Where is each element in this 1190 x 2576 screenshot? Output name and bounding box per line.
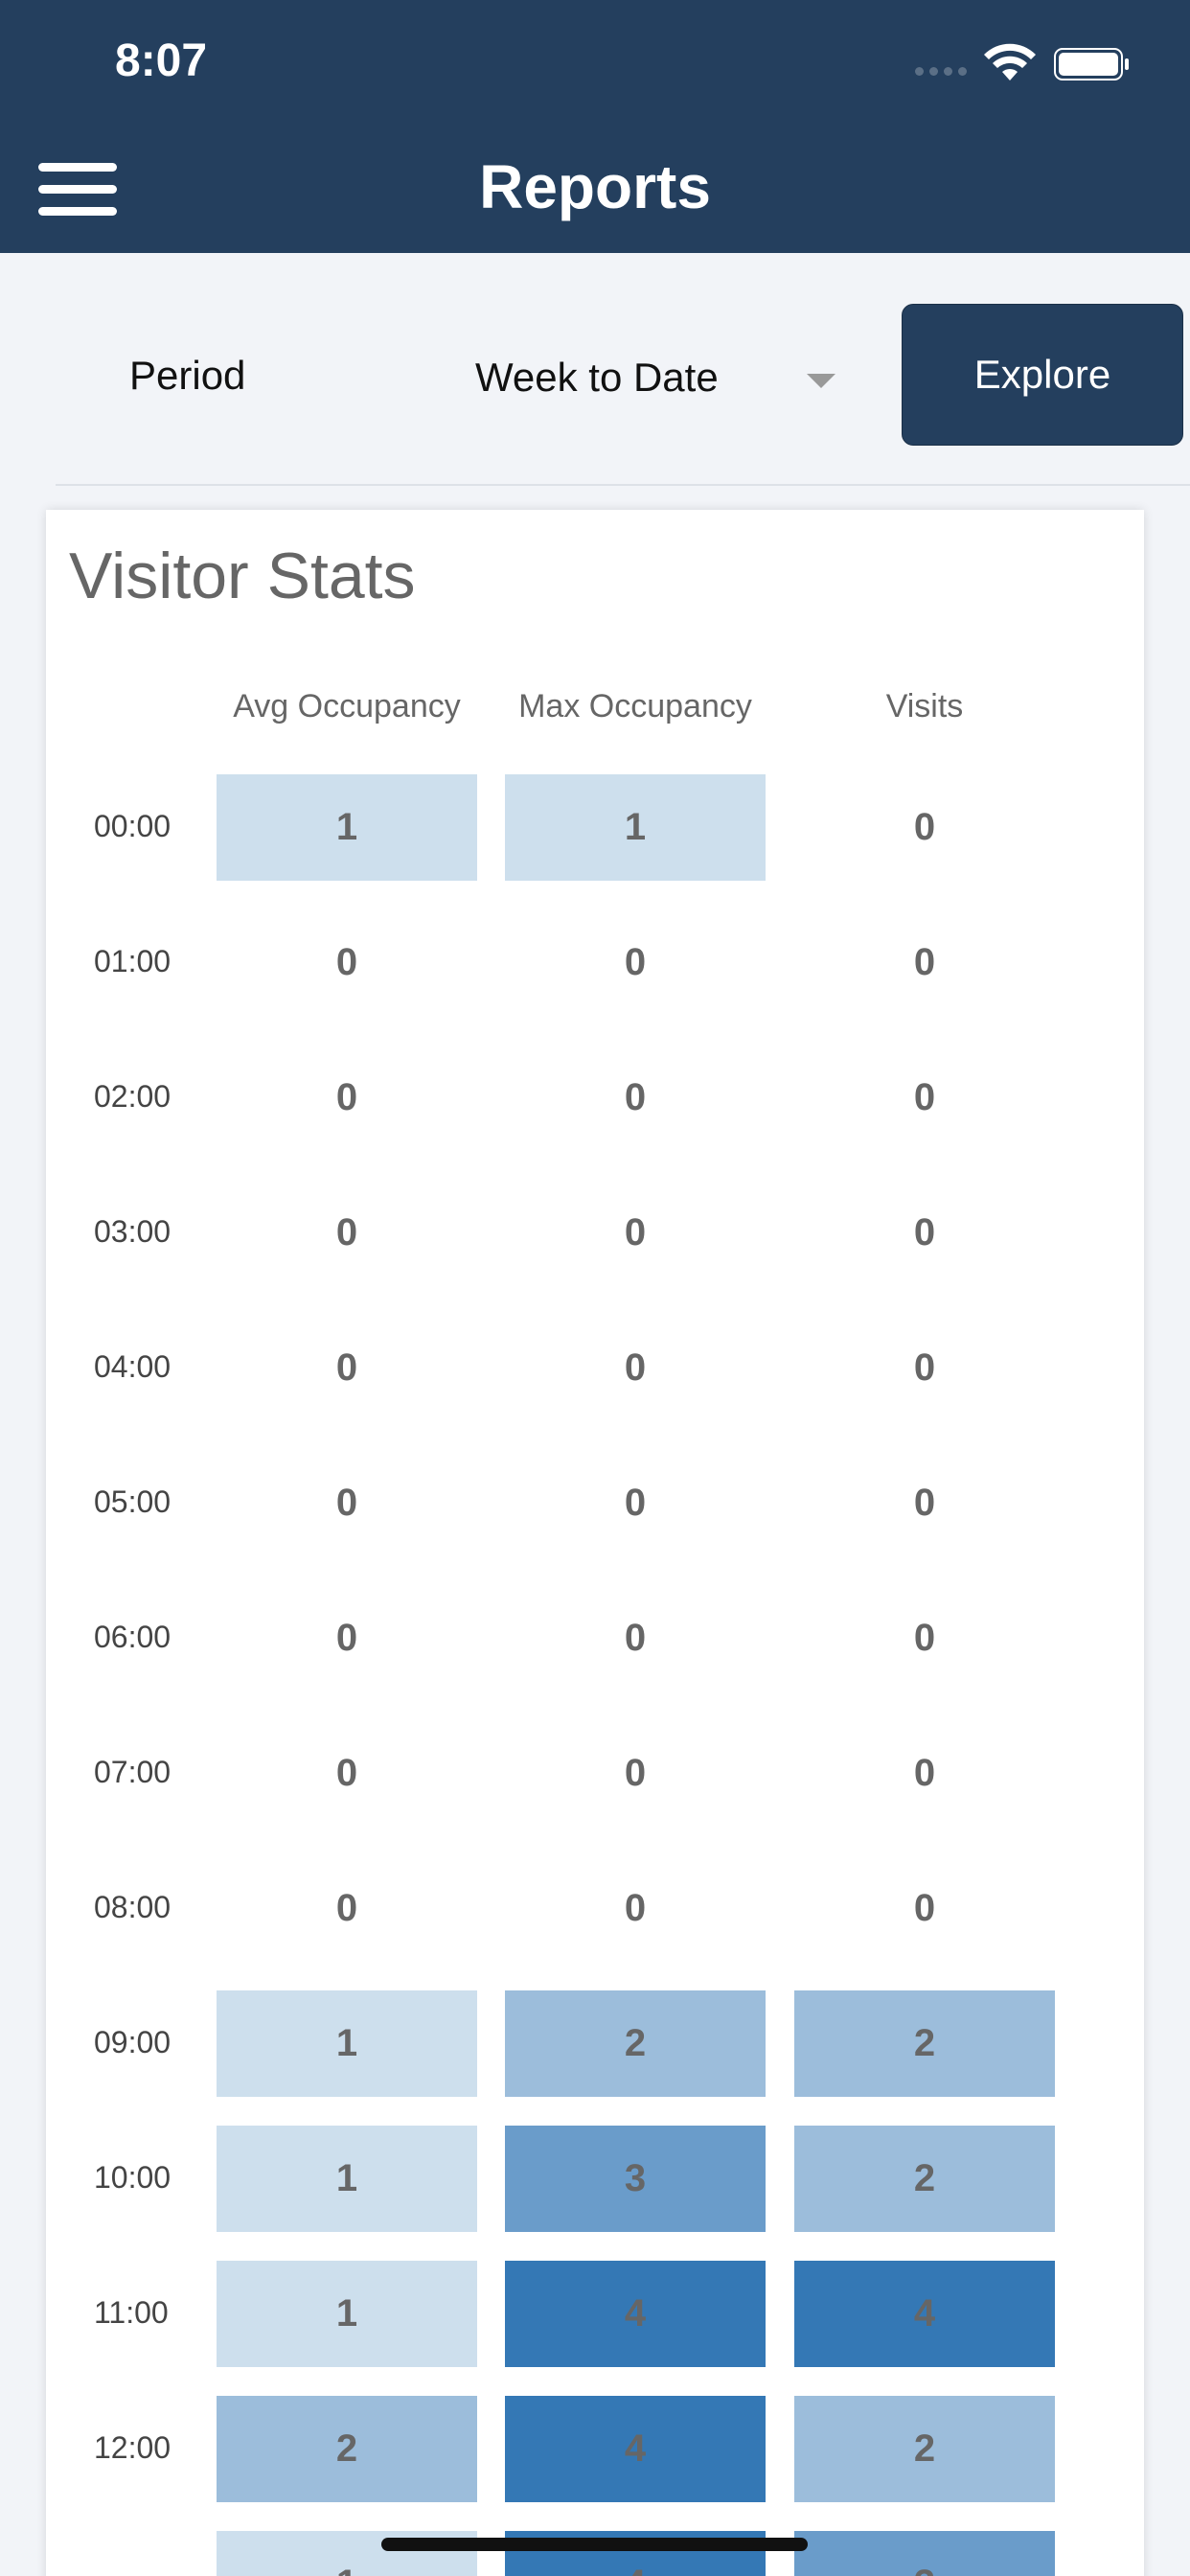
- stat-cell: 0: [913, 1617, 936, 1659]
- stat-cell: 0: [335, 1076, 358, 1118]
- stat-cell: 0: [913, 1482, 936, 1524]
- row-time-label: 05:00: [94, 1484, 172, 1519]
- stat-cell: 0: [624, 1887, 647, 1929]
- stat-cell: 0: [913, 1211, 936, 1254]
- chevron-down-icon[interactable]: [807, 374, 835, 388]
- stat-cell: 3: [505, 2126, 766, 2232]
- row-time-label: 01:00: [94, 944, 172, 978]
- row-time-label: 11:00: [94, 2295, 169, 2330]
- visitor-stats-card: Visitor Stats Avg Occupancy Max Occupanc…: [46, 510, 1144, 2576]
- row-time-label: 07:00: [94, 1755, 172, 1789]
- column-header-max-occupancy: Max Occupancy: [518, 688, 752, 724]
- stat-cell: 0: [624, 1346, 647, 1389]
- stat-cell: 0: [624, 1752, 647, 1794]
- stat-cell: 0: [335, 941, 358, 983]
- card-title: Visitor Stats: [69, 540, 416, 612]
- stat-cell: 0: [913, 941, 936, 983]
- row-time-label: 08:00: [94, 1890, 172, 1924]
- row-time-label: 09:00: [94, 2025, 172, 2059]
- stat-cell: 0: [335, 1482, 358, 1524]
- period-label: Period: [129, 353, 246, 398]
- stat-cell: 0: [913, 806, 936, 848]
- stat-cell: 0: [913, 1752, 936, 1794]
- stat-cell-partial: 3: [794, 2531, 1055, 2576]
- battery-icon: [1054, 48, 1129, 80]
- stat-cell: 0: [335, 1887, 358, 1929]
- home-indicator: [381, 2538, 808, 2551]
- explore-button[interactable]: Explore: [902, 304, 1183, 446]
- stat-cell: 1: [217, 1990, 477, 2097]
- row-time-label: 04:00: [94, 1349, 172, 1384]
- stat-cell: 0: [624, 941, 647, 983]
- row-time-label: 02:00: [94, 1079, 172, 1114]
- stat-cell: 4: [794, 2261, 1055, 2367]
- app-header: 8:07 Reports: [0, 0, 1190, 253]
- status-time: 8:07: [115, 35, 208, 86]
- row-time-label: 12:00: [94, 2430, 172, 2465]
- stat-cell: 0: [335, 1617, 358, 1659]
- stat-cell: 0: [335, 1752, 358, 1794]
- stat-cell: 0: [624, 1211, 647, 1254]
- stat-cell: 1: [217, 774, 477, 881]
- stat-cell: 0: [913, 1887, 936, 1929]
- wifi-icon: [984, 43, 1036, 80]
- stat-cell: 4: [505, 2261, 766, 2367]
- stat-cell: 2: [217, 2396, 477, 2502]
- stat-cell: 0: [335, 1346, 358, 1389]
- stat-cell: 0: [624, 1482, 647, 1524]
- stat-cell: 4: [505, 2396, 766, 2502]
- stat-cell: 2: [794, 2396, 1055, 2502]
- row-time-label: 03:00: [94, 1214, 172, 1249]
- stat-cell: 1: [217, 2261, 477, 2367]
- stat-cell: 0: [335, 1211, 358, 1254]
- stat-cell: 2: [794, 1990, 1055, 2097]
- stat-cell: 0: [624, 1076, 647, 1118]
- cellular-signal-icon: [915, 67, 967, 76]
- stat-cell: 1: [505, 774, 766, 881]
- stat-cell: 2: [794, 2126, 1055, 2232]
- period-select[interactable]: Week to Date: [475, 355, 719, 401]
- page-title: Reports: [479, 152, 711, 221]
- column-header-avg-occupancy: Avg Occupancy: [233, 688, 461, 724]
- row-time-label: 06:00: [94, 1620, 172, 1654]
- stat-cell: 0: [913, 1346, 936, 1389]
- row-time-label: 10:00: [94, 2160, 172, 2195]
- column-header-visits: Visits: [885, 688, 964, 724]
- row-time-label: 00:00: [94, 809, 172, 843]
- stat-cell: 1: [217, 2126, 477, 2232]
- stat-cell: 0: [913, 1076, 936, 1118]
- stat-cell: 2: [505, 1990, 766, 2097]
- divider: [56, 484, 1190, 486]
- stat-cell: 0: [624, 1617, 647, 1659]
- filter-bar: Period Week to Date Explore: [0, 253, 1190, 486]
